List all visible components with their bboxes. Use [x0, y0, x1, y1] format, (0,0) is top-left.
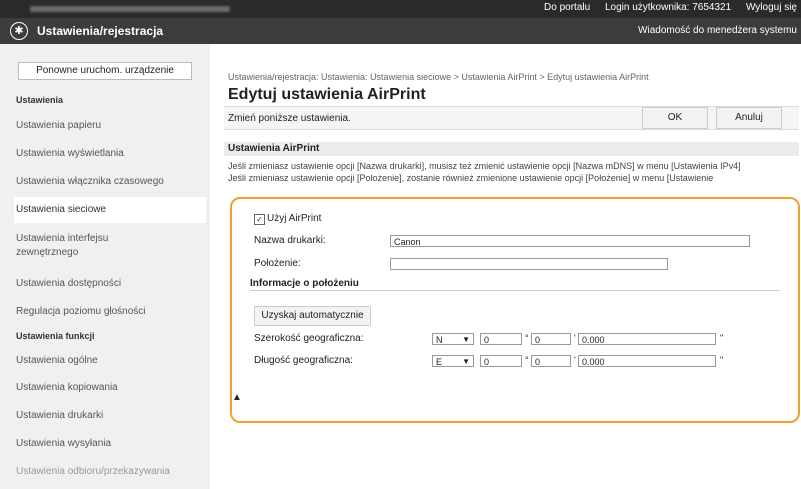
location-label: Położenie:: [254, 258, 301, 269]
latitude-degrees-input[interactable]: 0: [480, 333, 522, 345]
chevron-down-icon: ▼: [462, 357, 470, 366]
checkbox-check-icon[interactable]: ✓: [254, 214, 265, 225]
section-header-airprint: Ustawienia AirPrint: [224, 142, 799, 156]
minute-symbol: ': [574, 355, 576, 365]
longitude-degrees-input[interactable]: 0: [480, 355, 522, 367]
latitude-direction-select[interactable]: N ▼: [432, 333, 474, 345]
minute-symbol: ': [574, 333, 576, 343]
sidebar-item-copy[interactable]: Ustawienia kopiowania: [16, 382, 196, 393]
longitude-seconds-input[interactable]: 0.000: [578, 355, 716, 367]
sidebar-section-functions: Ustawienia funkcji: [16, 331, 95, 341]
longitude-direction-select[interactable]: E ▼: [432, 355, 474, 367]
scroll-to-top-icon[interactable]: ▲: [232, 392, 242, 403]
ok-button[interactable]: OK: [642, 107, 708, 129]
degree-symbol: °: [525, 333, 529, 343]
admin-message-link[interactable]: Wiadomość do menedżera systemu: [638, 25, 797, 36]
sidebar-section-settings: Ustawienia: [16, 95, 64, 105]
use-airprint-checkbox[interactable]: ✓ Użyj AirPrint: [254, 213, 321, 225]
blurred-device-name: [30, 6, 230, 12]
use-airprint-label: Użyj AirPrint: [267, 213, 322, 224]
sidebar-item-send[interactable]: Ustawienia wysyłania: [16, 438, 196, 449]
printer-name-input[interactable]: Canon: [390, 235, 750, 247]
instruction-bar: Zmień poniższe ustawienia. OK Anuluj: [224, 106, 799, 130]
main-content: Ustawienia/rejestracja: Ustawienia: Usta…: [218, 44, 801, 489]
airprint-settings-panel: ✓ Użyj AirPrint Nazwa drukarki: Canon Poł…: [230, 197, 800, 423]
sidebar-item-volume[interactable]: Regulacja poziomu głośności: [16, 306, 196, 317]
sidebar-item-receive-forward[interactable]: Ustawienia odbioru/przekazywania: [16, 466, 196, 477]
sidebar: [0, 44, 210, 489]
settings-logo-icon: ✱: [10, 22, 28, 40]
breadcrumb: Ustawienia/rejestracja: Ustawienia: Usta…: [228, 72, 649, 82]
location-info-header: Informacje o położeniu: [250, 278, 780, 291]
instruction-text: Zmień poniższe ustawienia.: [228, 113, 351, 124]
second-symbol: ": [720, 333, 724, 343]
top-bar: Do portalu Login użytkownika: 7654321 Wy…: [0, 0, 801, 18]
printer-name-label: Nazwa drukarki:: [254, 235, 326, 246]
note-printer-name: Jeśli zmieniasz ustawienie opcji [Nazwa …: [228, 161, 741, 171]
chevron-down-icon: ▼: [462, 335, 470, 344]
sidebar-item-timer[interactable]: Ustawienia włącznika czasowego: [16, 176, 196, 187]
latitude-seconds-input[interactable]: 0.000: [578, 333, 716, 345]
latitude-minutes-input[interactable]: 0: [531, 333, 571, 345]
longitude-label: Długość geograficzna:: [254, 355, 353, 366]
page-title: Edytuj ustawienia AirPrint: [228, 86, 426, 103]
longitude-minutes-input[interactable]: 0: [531, 355, 571, 367]
app-header: ✱ Ustawienia/rejestracja Wiadomość do me…: [0, 18, 801, 44]
note-location: Jeśli zmieniasz ustawienie opcji [Położe…: [228, 173, 714, 183]
sidebar-item-network[interactable]: Ustawienia sieciowe: [14, 197, 206, 223]
logout-link[interactable]: Wyloguj się: [746, 2, 797, 13]
restart-device-button[interactable]: Ponowne uruchom. urządzenie: [18, 62, 192, 80]
app-title: Ustawienia/rejestracja: [37, 24, 164, 38]
login-label: Login użytkownika: 7654321: [604, 2, 732, 13]
degree-symbol: °: [525, 355, 529, 365]
portal-link[interactable]: Do portalu: [544, 2, 590, 13]
sidebar-item-general[interactable]: Ustawienia ogólne: [16, 355, 196, 366]
sidebar-item-external-interface[interactable]: Ustawienia interfejsu zewnętrznego: [16, 232, 166, 260]
sidebar-item-printer[interactable]: Ustawienia drukarki: [16, 410, 196, 421]
sidebar-item-paper[interactable]: Ustawienia papieru: [16, 120, 196, 131]
location-input[interactable]: [390, 258, 668, 270]
sidebar-item-display[interactable]: Ustawienia wyświetlania: [16, 148, 196, 159]
sidebar-item-accessibility[interactable]: Ustawienia dostępności: [16, 278, 196, 289]
cancel-button[interactable]: Anuluj: [716, 107, 782, 129]
second-symbol: ": [720, 355, 724, 365]
get-location-auto-button[interactable]: Uzyskaj automatycznie: [254, 306, 371, 326]
latitude-label: Szerokość geograficzna:: [254, 333, 364, 344]
